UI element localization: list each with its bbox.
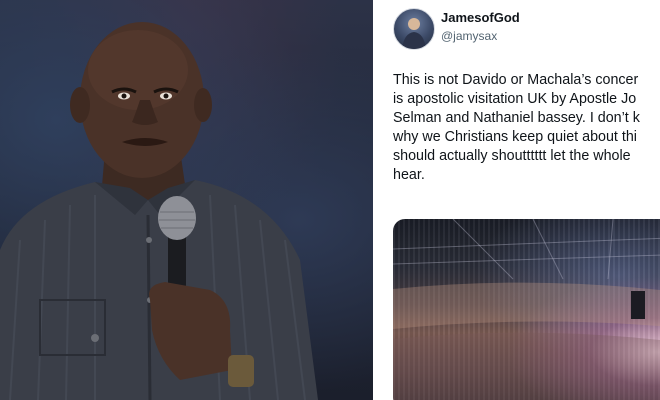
tweet-text-line: is apostolic visitation UK by Apostle Jo: [393, 91, 637, 107]
tweet-text-line: why we Christians keep quiet about thi: [393, 129, 637, 145]
tweet-text-line: hear.: [393, 167, 425, 183]
tweet-text: This is not Davido or Machala’s concer i…: [393, 71, 660, 185]
profile-photo-icon: [402, 18, 426, 49]
preacher-illustration: [0, 22, 318, 400]
tweet-text-line: This is not Davido or Machala’s concer: [393, 72, 639, 88]
tweet-text-line: should actually shoutttttt let the whole: [393, 148, 631, 164]
arena-roof-lines: [393, 219, 660, 400]
tweet-text-line: Selman and Nathaniel bassey. I don’t k: [393, 110, 640, 126]
preacher-photo: [0, 0, 373, 400]
tweet-card: JamesofGod @jamysax This is not Davido o…: [379, 0, 660, 400]
display-name[interactable]: JamesofGod: [441, 10, 520, 25]
user-handle[interactable]: @jamysax: [441, 29, 497, 43]
tweet-media-image[interactable]: [393, 219, 660, 400]
avatar[interactable]: [393, 8, 435, 50]
